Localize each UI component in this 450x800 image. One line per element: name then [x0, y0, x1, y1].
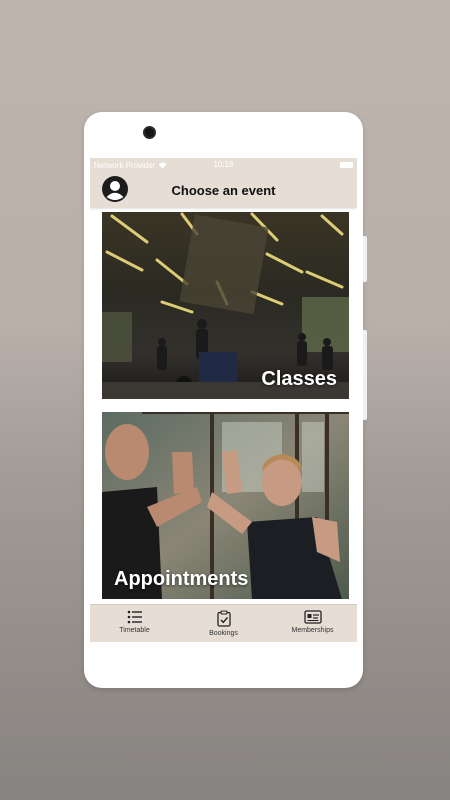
- membership-card-icon: [303, 610, 322, 624]
- front-camera: [143, 126, 156, 139]
- status-time: 10:16: [213, 160, 234, 169]
- tab-timetable[interactable]: Timetable: [90, 605, 179, 642]
- tab-timetable-label: Timetable: [119, 627, 150, 634]
- tab-bookings[interactable]: Bookings: [179, 605, 268, 642]
- app-header: Choose an event: [90, 172, 357, 208]
- bottom-tab-bar: Timetable Bookings Memberships: [90, 604, 357, 642]
- list-icon: [127, 610, 142, 624]
- status-bar: Network Provider 10:16: [90, 158, 357, 172]
- appointments-label: Appointments: [114, 568, 249, 590]
- page-title: Choose an event: [171, 182, 276, 198]
- tab-memberships-label: Memberships: [291, 627, 334, 634]
- volume-button: [363, 236, 367, 282]
- app-screen: Network Provider 10:16 Choose an event C…: [90, 158, 357, 642]
- tab-bookings-label: Bookings: [209, 630, 238, 637]
- power-button: [363, 330, 367, 420]
- phone-frame: Network Provider 10:16 Choose an event C…: [84, 112, 367, 688]
- account-circle-icon[interactable]: [101, 175, 129, 203]
- appointments-card[interactable]: Appointments: [102, 412, 349, 599]
- tab-memberships[interactable]: Memberships: [268, 605, 357, 642]
- clipboard-check-icon: [216, 610, 231, 627]
- battery-icon: [340, 162, 353, 168]
- classes-label: Classes: [261, 368, 337, 390]
- classes-card[interactable]: Classes: [102, 212, 349, 399]
